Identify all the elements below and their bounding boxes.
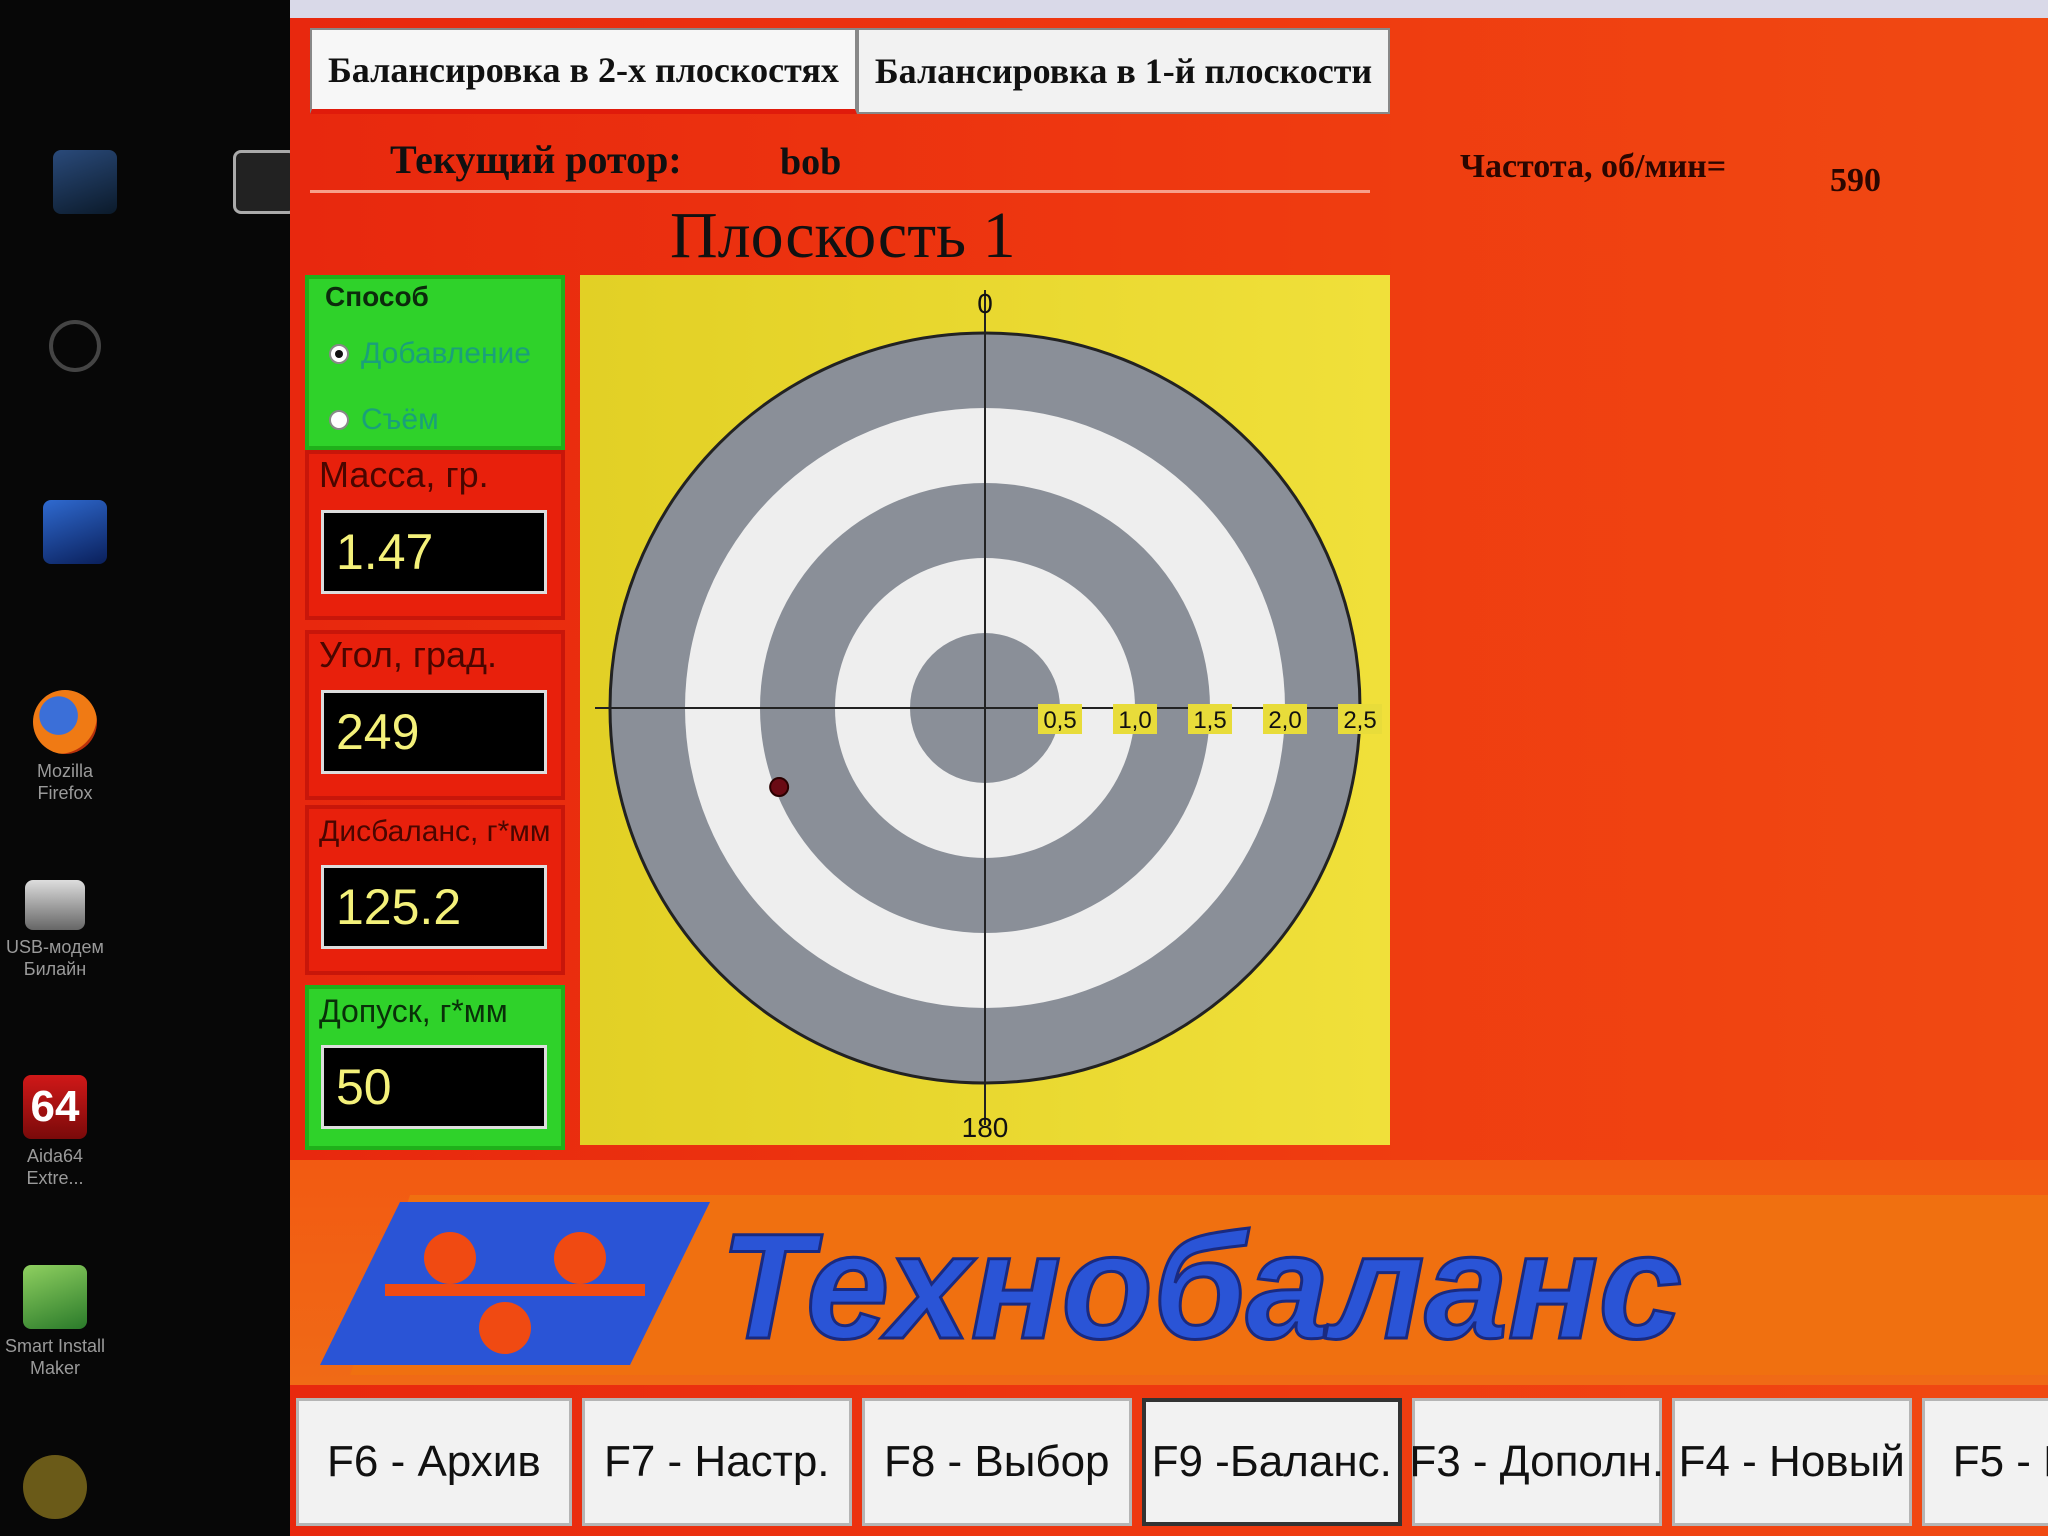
install-maker-icon: [23, 1265, 87, 1329]
unbalance-group: Дисбаланс, г*мм 125.2: [305, 805, 565, 975]
brand-text: Технобаланс: [720, 1202, 1682, 1370]
angle-field[interactable]: 249: [321, 690, 547, 774]
tolerance-label: Допуск, г*мм: [319, 993, 508, 1029]
bat-icon: [23, 1455, 87, 1519]
desktop-icon-caption: Smart Install Maker: [4, 1336, 106, 1378]
radio-remove-indicator[interactable]: [329, 410, 349, 430]
radius-tick: 2,5: [1338, 704, 1382, 734]
computer-icon: [53, 150, 117, 214]
current-rotor-value: bob: [780, 141, 842, 183]
aida64-badge: 64: [30, 1082, 80, 1131]
logo-dot-top-icon: [424, 1232, 476, 1284]
angle-group: Угол, град. 249: [305, 630, 565, 800]
angle-label: Угол, град.: [319, 634, 498, 675]
logo-bar-icon: [385, 1284, 645, 1296]
frequency-value: 590: [1830, 162, 1881, 199]
angle-label-top: 0: [977, 288, 993, 319]
mass-value: 1.47: [336, 524, 434, 580]
desktop-icon-caption: USB-модем Билайн: [6, 937, 104, 979]
balancing-app-window: Балансировка в 2-х плоскостях Балансиров…: [290, 0, 2048, 1536]
f6-archive-button[interactable]: F6 - Архив: [296, 1398, 572, 1526]
unbalance-field[interactable]: 125.2: [321, 865, 547, 949]
radius-tick-label: 1,0: [1118, 707, 1151, 734]
f8-select-button[interactable]: F8 - Выбор: [861, 1398, 1132, 1526]
desktop-icon-usb-modem[interactable]: USB-модем Билайн: [0, 880, 110, 980]
frequency-label: Частота, об/мин=: [1460, 148, 1727, 185]
desktop-icon-network[interactable]: [20, 500, 130, 564]
marker-layer: [769, 777, 790, 798]
logo-dot-top-right-icon: [554, 1232, 606, 1284]
radio-add[interactable]: Добавление: [329, 337, 531, 371]
f7-settings-button[interactable]: F7 - Настр.: [581, 1398, 852, 1526]
polar-plot: 0,5 1,0 1,5 2,0 2,5 0 180: [580, 275, 1390, 1145]
desktop-icon-install-maker[interactable]: Smart Install Maker: [0, 1265, 110, 1379]
tolerance-value: 50: [336, 1059, 392, 1115]
mass-group: Масса, гр. 1.47: [305, 450, 565, 620]
angle-label-bottom: 180: [962, 1112, 1009, 1143]
radius-tick: 1,0: [1113, 704, 1157, 734]
plane-title: Плоскость 1: [670, 199, 1016, 272]
unbalance-value: 125.2: [336, 879, 462, 935]
unbalance-marker: [769, 777, 790, 798]
current-rotor-label: Текущий ротор:: [390, 137, 682, 182]
tab-bar: Балансировка в 2-х плоскостях Балансиров…: [310, 28, 1391, 120]
radio-remove-label: Съём: [361, 403, 439, 436]
radio-add-label: Добавление: [361, 337, 531, 370]
desktop-icon-computer[interactable]: [30, 150, 140, 214]
power-icon: [49, 320, 101, 372]
window-titlebar: [290, 0, 2048, 18]
radius-tick: 2,0: [1263, 704, 1307, 734]
radio-remove[interactable]: Съём: [329, 403, 439, 437]
mass-field[interactable]: 1.47: [321, 510, 547, 594]
desktop-icons-strip: Mozilla Firefox USB-модем Билайн 64 Aida…: [0, 0, 297, 1536]
tab-two-plane-balancing[interactable]: Балансировка в 2-х плоскостях: [310, 28, 857, 114]
aida64-icon: 64: [23, 1075, 87, 1139]
radius-tick: 0,5: [1038, 704, 1082, 734]
firefox-icon: [33, 690, 97, 754]
method-label: Способ: [325, 281, 429, 312]
logo-dot-bottom-icon: [479, 1302, 531, 1354]
polar-plot-area: 0,5 1,0 1,5 2,0 2,5 0 180: [580, 275, 1390, 1145]
desktop-icon-power[interactable]: [20, 320, 130, 372]
f3-additional-button[interactable]: F3 - Дополн.: [1409, 1398, 1664, 1526]
tolerance-group: Допуск, г*мм 50: [305, 985, 565, 1150]
angle-value: 249: [336, 704, 420, 760]
desktop-icon-caption: Mozilla Firefox: [36, 761, 93, 803]
usb-modem-icon: [25, 880, 85, 930]
network-icon: [43, 500, 107, 564]
radius-tick-label: 2,0: [1268, 707, 1301, 734]
f4-new-button[interactable]: F4 - Новый: [1671, 1398, 1912, 1526]
unbalance-label: Дисбаланс, г*мм: [319, 815, 551, 848]
tolerance-field[interactable]: 50: [321, 1045, 547, 1129]
f5-button[interactable]: F5 - Г: [1921, 1398, 2048, 1526]
desktop-icon-caption: Aida64 Extre...: [26, 1146, 84, 1188]
radius-tick-label: 0,5: [1043, 707, 1076, 734]
brand-logo: Технобаланс: [320, 1195, 2048, 1375]
radius-tick-label: 1,5: [1193, 707, 1226, 734]
desktop-icon-firefox[interactable]: Mozilla Firefox: [10, 690, 120, 804]
method-group: Способ Добавление Съём: [305, 275, 565, 450]
radio-add-indicator[interactable]: [329, 344, 349, 364]
f9-balance-button[interactable]: F9 -Баланс.: [1141, 1398, 1402, 1526]
radius-tick-label: 2,5: [1343, 707, 1376, 734]
brand-banner: Технобаланс: [290, 1160, 2048, 1385]
tab-one-plane-balancing[interactable]: Балансировка в 1-й плоскости: [856, 28, 1391, 114]
video-file-icon: [233, 150, 297, 214]
desktop-icon-aida64[interactable]: 64 Aida64 Extre...: [0, 1075, 110, 1189]
radius-tick: 1,5: [1188, 704, 1232, 734]
rotor-row: Текущий ротор: bob: [310, 128, 1370, 193]
desktop-icon-bat[interactable]: [0, 1455, 110, 1519]
mass-label: Масса, гр.: [319, 454, 489, 495]
function-key-bar: F6 - Архив F7 - Настр. F8 - Выбор F9 -Ба…: [296, 1398, 2048, 1536]
